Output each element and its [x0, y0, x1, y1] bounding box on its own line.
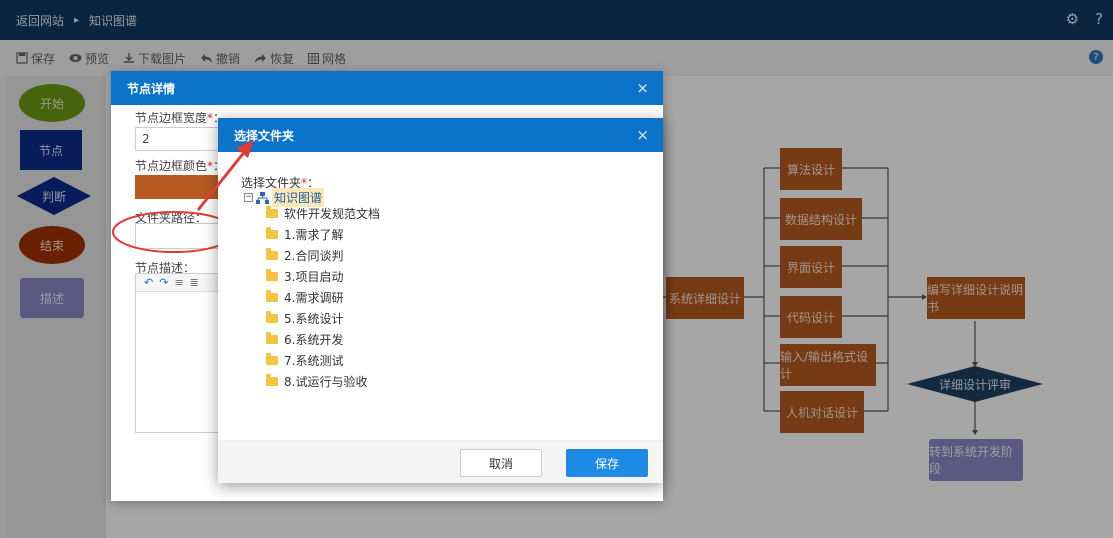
border-color-swatch[interactable]: [135, 175, 219, 199]
folder-icon: [266, 331, 278, 344]
folder-icon: [266, 289, 278, 302]
folder-icon: [266, 205, 278, 218]
folder-icon: [266, 352, 278, 365]
save-button[interactable]: 保存: [566, 449, 648, 477]
folder-icon: [266, 247, 278, 260]
folder-label: 软件开发规范文档: [284, 206, 381, 221]
folder-label: 5.系统设计: [284, 311, 344, 326]
tree-folder-item[interactable]: 6.系统开发: [266, 330, 343, 348]
tree-folder-item[interactable]: 7.系统测试: [266, 351, 343, 369]
node-details-header: 节点详情 ×: [111, 71, 663, 105]
border-color-label: 节点边框颜色*：: [135, 157, 225, 174]
select-folder-footer: 取消 保存: [218, 440, 663, 483]
folder-icon: [266, 226, 278, 239]
select-folder-title: 选择文件夹: [234, 128, 295, 143]
folder-label: 1.需求了解: [284, 227, 344, 242]
select-folder-body: 选择文件夹*： − 知识图谱 软件开发规范文档 1.需求了解 2.合同谈判 3.…: [218, 152, 663, 440]
folder-icon: [266, 268, 278, 281]
tree-folder-item[interactable]: 1.需求了解: [266, 225, 343, 243]
folder-icon: [266, 310, 278, 323]
border-width-label: 节点边框宽度*：: [135, 109, 225, 126]
editor-align-right-icon[interactable]: ≣: [190, 276, 199, 289]
collapse-icon[interactable]: −: [244, 193, 253, 202]
tree-folder-item[interactable]: 3.项目启动: [266, 267, 343, 285]
tree-folder-item[interactable]: 5.系统设计: [266, 309, 343, 327]
editor-align-icon[interactable]: ≡: [174, 276, 183, 289]
folder-label: 6.系统开发: [284, 332, 344, 347]
tree-folder-item[interactable]: 软件开发规范文档: [266, 204, 380, 222]
folder-label: 7.系统测试: [284, 353, 344, 368]
tree-folder-item[interactable]: 8.试运行与验收: [266, 372, 367, 390]
border-width-label-text: 节点边框宽度: [135, 111, 208, 125]
select-folder-dialog: 选择文件夹 × 选择文件夹*： − 知识图谱 软件开发规范文档 1.需求了解 2…: [218, 118, 663, 483]
select-folder-header: 选择文件夹 ×: [218, 118, 663, 152]
editor-undo-icon[interactable]: ↶: [144, 276, 153, 289]
editor-toolbar-row: ↶ ↷ ≡ ≣: [136, 274, 218, 292]
node-details-title: 节点详情: [127, 81, 176, 96]
border-color-label-text: 节点边框颜色: [135, 159, 208, 173]
folder-label: 4.需求调研: [284, 290, 344, 305]
close-icon[interactable]: ×: [636, 126, 649, 144]
editor-redo-icon[interactable]: ↷: [159, 276, 168, 289]
tree-folder-item[interactable]: 2.合同谈判: [266, 246, 343, 264]
tree-folder-item[interactable]: 4.需求调研: [266, 288, 343, 306]
cancel-button[interactable]: 取消: [460, 449, 542, 477]
folder-label: 8.试运行与验收: [284, 374, 368, 389]
folder-icon: [266, 373, 278, 386]
org-tree-icon: [256, 191, 269, 204]
node-desc-editor[interactable]: ↶ ↷ ≡ ≣: [135, 273, 219, 433]
close-icon[interactable]: ×: [636, 79, 649, 97]
folder-label: 2.合同谈判: [284, 248, 344, 263]
folder-label: 3.项目启动: [284, 269, 344, 284]
